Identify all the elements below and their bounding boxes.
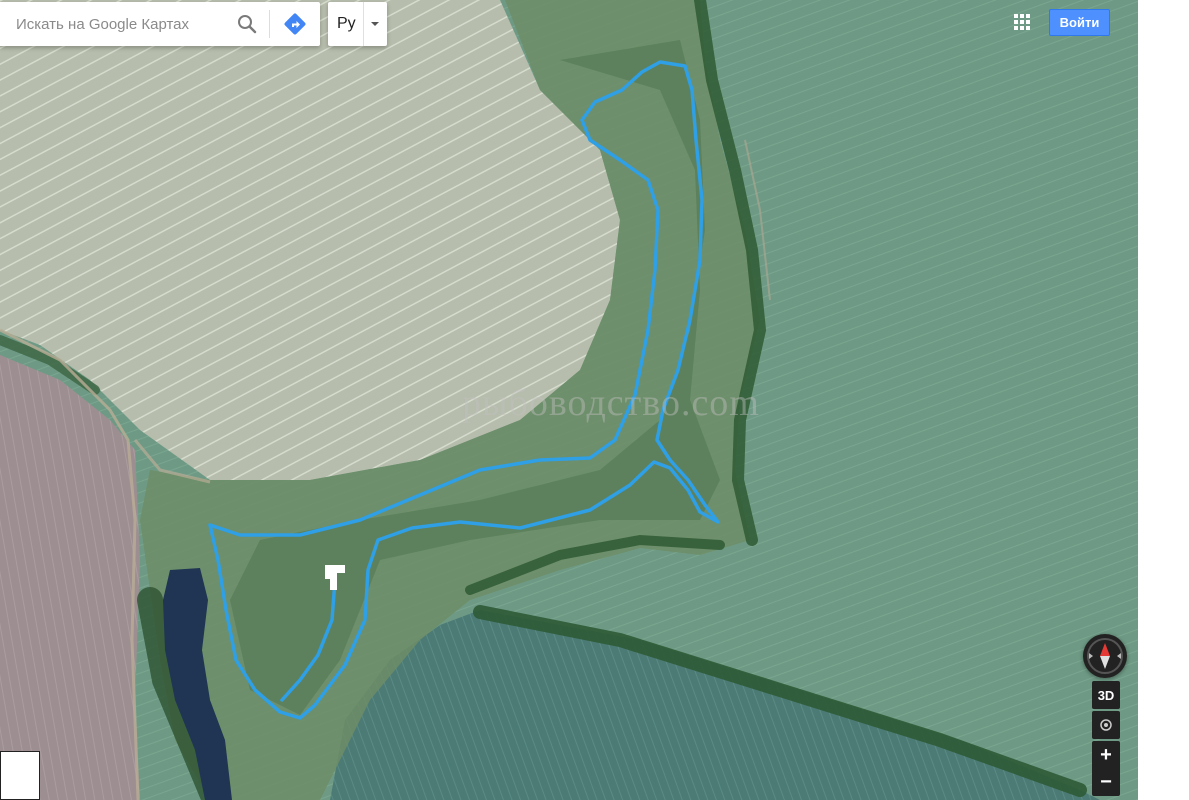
search-icon — [238, 15, 257, 34]
page-margin — [1138, 0, 1189, 800]
apps-button[interactable] — [1012, 12, 1032, 32]
language-dropdown-button[interactable] — [364, 21, 386, 27]
apps-grid-icon — [1014, 14, 1030, 30]
zoom-in-button[interactable]: + — [1092, 741, 1120, 769]
map-canvas[interactable] — [0, 0, 1138, 800]
tilt-3d-button[interactable]: 3D — [1092, 681, 1120, 709]
signin-button[interactable]: Войти — [1049, 9, 1110, 36]
search-box — [0, 2, 320, 46]
directions-button[interactable] — [270, 2, 320, 46]
search-button[interactable] — [225, 2, 269, 46]
my-location-icon — [1100, 719, 1112, 731]
language-selector[interactable]: Ру — [328, 2, 387, 46]
compass-icon — [1087, 638, 1123, 674]
zoom-out-button[interactable]: − — [1092, 768, 1120, 796]
directions-icon — [284, 13, 306, 35]
chevron-down-icon — [371, 22, 379, 26]
layer-switcher-thumbnail[interactable] — [0, 751, 40, 800]
compass-button[interactable] — [1083, 634, 1127, 678]
my-location-button[interactable] — [1092, 711, 1120, 739]
search-input[interactable] — [0, 4, 226, 44]
language-label: Ру — [337, 15, 356, 32]
